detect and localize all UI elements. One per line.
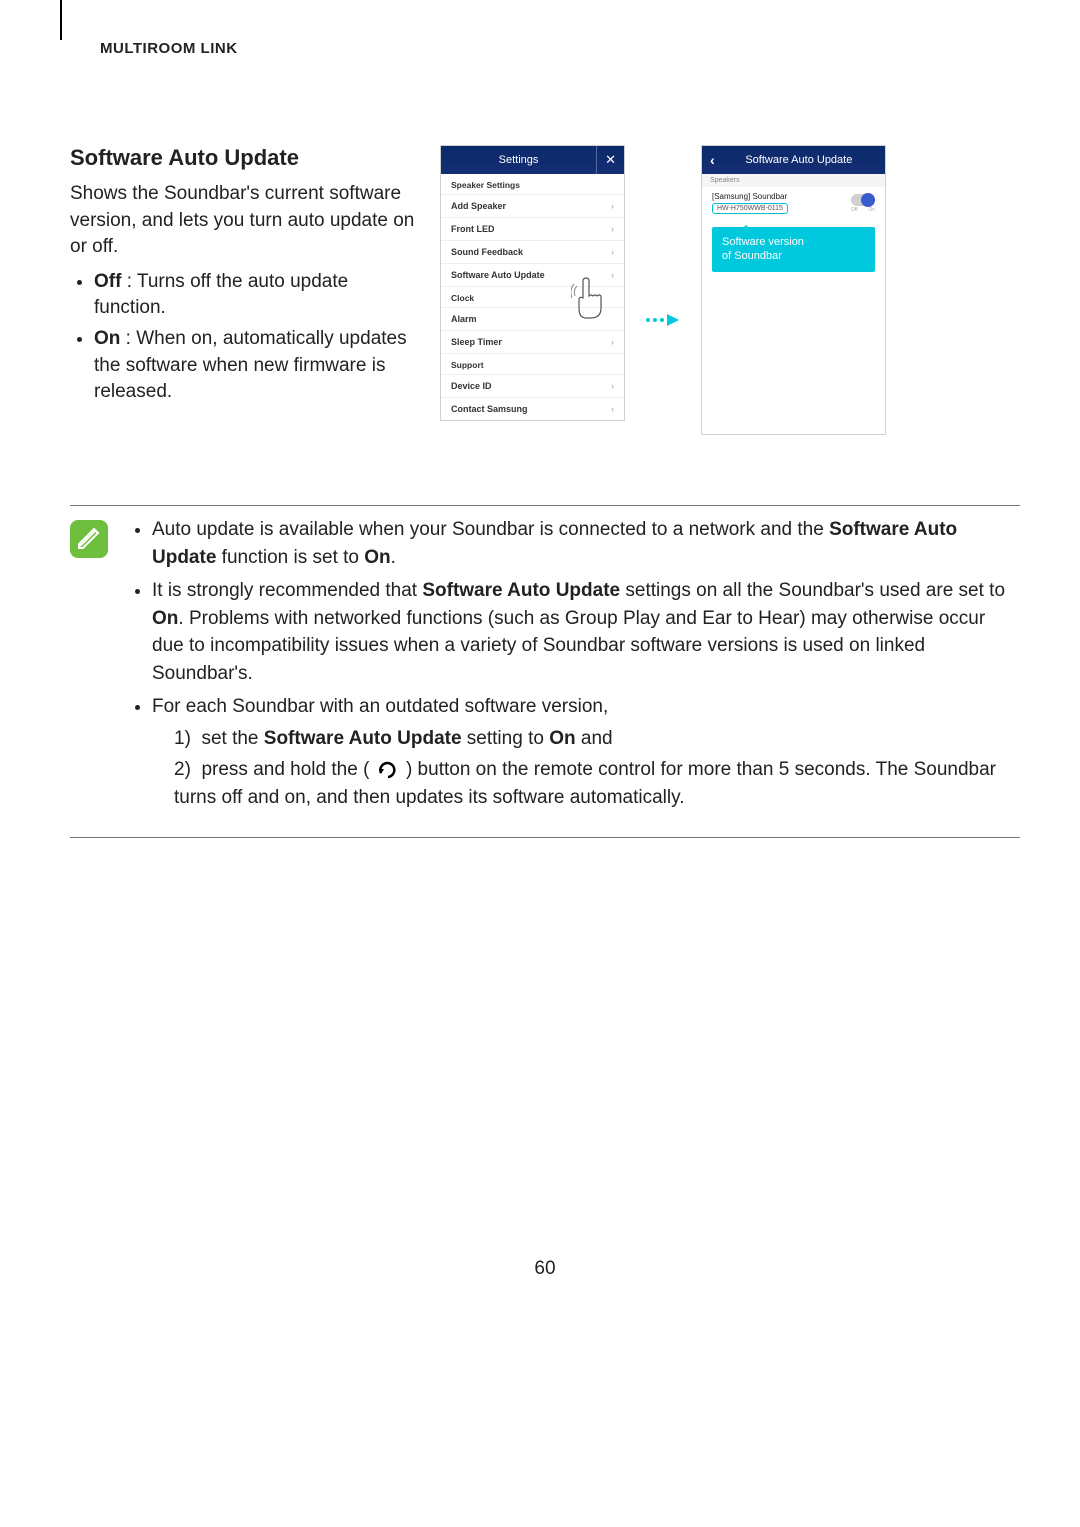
chevron-right-icon: › [611, 381, 614, 391]
chevron-right-icon: › [611, 224, 614, 234]
note-icon [70, 520, 110, 817]
note-3: For each Soundbar with an outdated softw… [152, 693, 1020, 811]
menu-alarm[interactable]: Alarm [441, 308, 624, 331]
speaker-version: HW-H750WWB-0115 [712, 203, 788, 214]
section-clock: Clock [441, 287, 624, 308]
toggle-off-label: Off [851, 207, 858, 213]
arrow-right-icon [645, 312, 681, 328]
intro-text: Shows the Soundbar's current software ve… [70, 181, 420, 261]
bullet-on: On : When on, automatically updates the … [94, 326, 420, 406]
speaker-row: [Samsung] Soundbar HW-H750WWB-0115 Off On [702, 187, 885, 219]
note-block: Auto update is available when your Sound… [70, 505, 1020, 838]
close-icon[interactable]: ✕ [596, 146, 616, 174]
version-callout: Software version of Soundbar [712, 227, 875, 272]
auto-update-header: ‹ Software Auto Update [702, 146, 885, 174]
page-number: 60 [70, 1258, 1020, 1280]
chevron-right-icon: › [611, 404, 614, 414]
section-speaker-settings: Speaker Settings [441, 174, 624, 195]
step-2: 2) press and hold the ( ) button on the … [174, 756, 1020, 811]
note-2: It is strongly recommended that Software… [152, 577, 1020, 687]
auto-update-toggle[interactable] [851, 194, 875, 206]
bullet-off: Off : Turns off the auto update function… [94, 269, 420, 322]
auto-update-screen: ‹ Software Auto Update Speakers [Samsung… [701, 145, 886, 435]
chapter-header: MULTIROOM LINK [100, 40, 1020, 65]
chevron-right-icon: › [611, 247, 614, 257]
chevron-right-icon: › [611, 270, 614, 280]
chevron-right-icon: › [611, 337, 614, 347]
speaker-name: [Samsung] Soundbar [712, 192, 788, 201]
menu-sleep-timer[interactable]: Sleep Timer› [441, 331, 624, 354]
note-1: Auto update is available when your Sound… [152, 516, 1020, 571]
menu-contact-samsung[interactable]: Contact Samsung› [441, 398, 624, 420]
menu-device-id[interactable]: Device ID› [441, 375, 624, 398]
repeat-icon [377, 761, 399, 779]
settings-screen: Settings ✕ Speaker Settings Add Speaker›… [440, 145, 625, 421]
back-icon[interactable]: ‹ [710, 152, 721, 168]
menu-sound-feedback[interactable]: Sound Feedback› [441, 241, 624, 264]
speakers-label: Speakers [702, 174, 885, 187]
auto-update-title: Software Auto Update [721, 154, 877, 166]
menu-front-led[interactable]: Front LED› [441, 218, 624, 241]
toggle-on-label: On [868, 207, 875, 213]
section-title: Software Auto Update [70, 145, 420, 171]
chevron-right-icon: › [611, 201, 614, 211]
step-1: 1) set the Software Auto Update setting … [174, 725, 1020, 753]
settings-header: Settings ✕ [441, 146, 624, 174]
section-support: Support [441, 354, 624, 375]
menu-add-speaker[interactable]: Add Speaker› [441, 195, 624, 218]
settings-title: Settings [449, 154, 588, 166]
menu-software-auto-update[interactable]: Software Auto Update› [441, 264, 624, 287]
